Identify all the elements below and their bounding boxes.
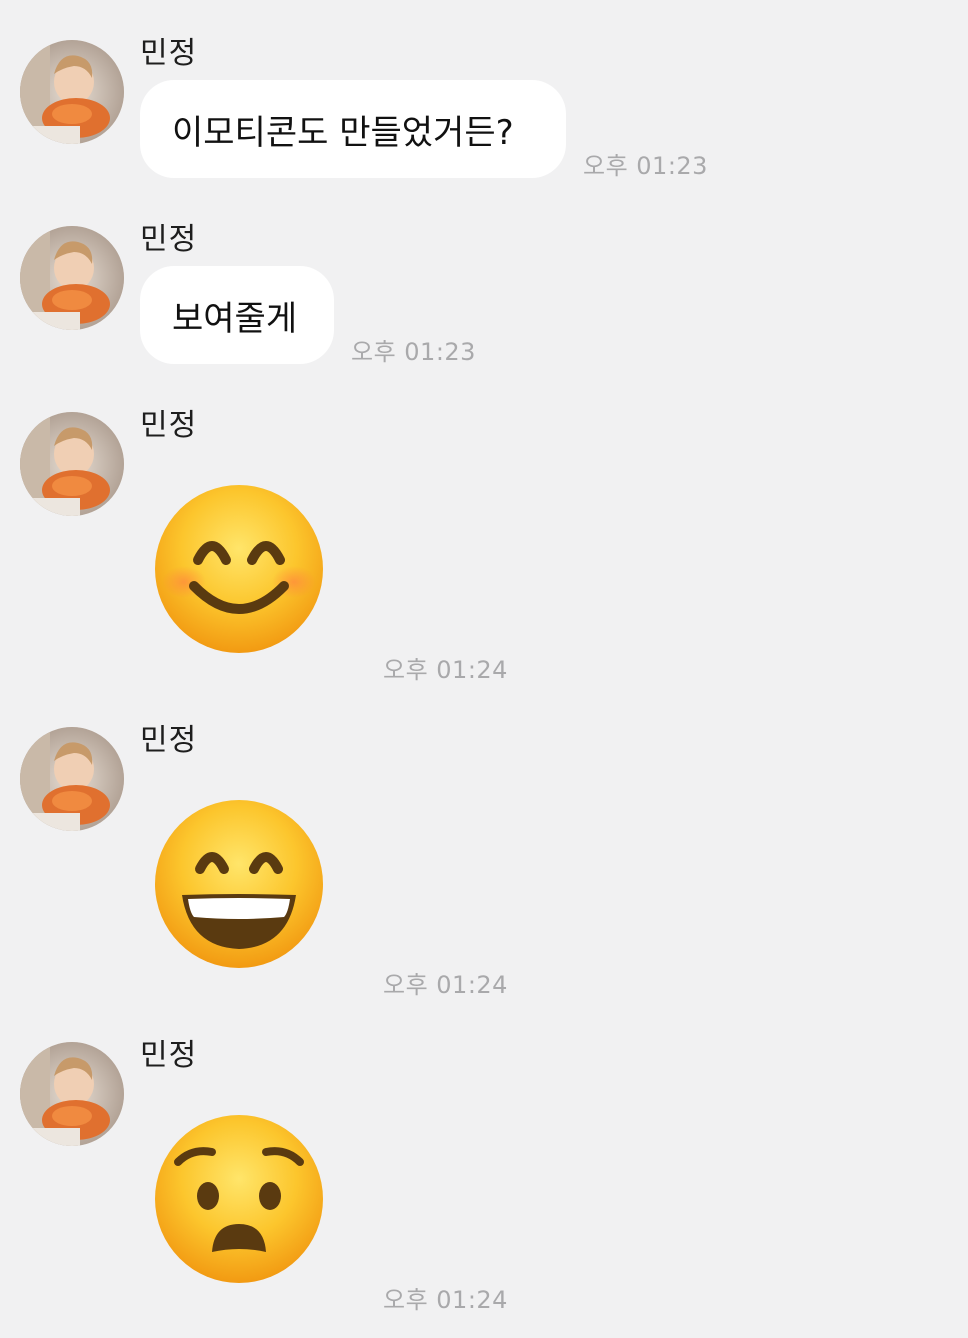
sender-name: 민정 <box>140 723 198 758</box>
avatar[interactable] <box>20 412 124 516</box>
message-timestamp: 오후 01:24 <box>383 971 508 999</box>
avatar[interactable] <box>20 727 124 831</box>
message-bubble[interactable]: 이모티콘도 만들었거든? <box>140 80 566 178</box>
sender-name: 민정 <box>140 222 198 257</box>
message-timestamp: 오후 01:23 <box>351 338 476 366</box>
message-timestamp: 오후 01:24 <box>383 656 508 684</box>
message-text: 이모티콘도 만들었거든? <box>172 112 514 153</box>
avatar[interactable] <box>20 226 124 330</box>
avatar[interactable] <box>20 40 124 144</box>
message-timestamp: 오후 01:24 <box>383 1286 508 1314</box>
worried-frowning-face-icon[interactable] <box>152 1112 326 1286</box>
message-timestamp: 오후 01:23 <box>583 152 708 180</box>
smiling-face-with-smiling-eyes-icon[interactable] <box>152 482 326 656</box>
message-text: 보여줄게 <box>172 298 298 339</box>
sender-name: 민정 <box>140 36 198 71</box>
chat-screen: 민정 이모티콘도 만들었거든? 오후 01:23 민정 보여줄게 오후 01:2… <box>0 0 968 1338</box>
sender-name: 민정 <box>140 1038 198 1073</box>
message-bubble[interactable]: 보여줄게 <box>140 266 334 364</box>
sender-name: 민정 <box>140 408 198 443</box>
avatar[interactable] <box>20 1042 124 1146</box>
grinning-face-with-smiling-eyes-icon[interactable] <box>152 797 326 971</box>
